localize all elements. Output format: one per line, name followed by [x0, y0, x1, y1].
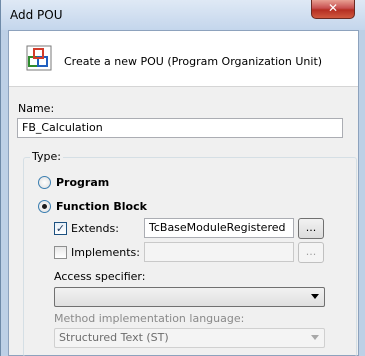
- pou-icon: [26, 45, 52, 71]
- impl-language-select[interactable]: Structured Text (ST): [54, 328, 325, 348]
- title-bar[interactable]: Add POU ✕: [1, 0, 365, 30]
- function-block-label[interactable]: Function Block: [56, 200, 147, 213]
- implements-input[interactable]: [144, 242, 294, 262]
- access-specifier-label: Access specifier:: [54, 270, 146, 283]
- program-label[interactable]: Program: [56, 176, 109, 189]
- chevron-down-icon: [311, 294, 319, 299]
- header-band: Create a new POU (Program Organization U…: [9, 31, 358, 87]
- name-input[interactable]: FB_Calculation: [17, 118, 343, 138]
- header-description: Create a new POU (Program Organization U…: [64, 55, 323, 68]
- impl-language-label: Method implementation language:: [54, 312, 245, 325]
- function-block-radio[interactable]: [38, 200, 51, 213]
- implements-browse-button[interactable]: ...: [298, 242, 324, 263]
- close-button[interactable]: ✕: [311, 0, 355, 19]
- impl-language-value: Structured Text (ST): [59, 331, 169, 344]
- access-specifier-select[interactable]: [54, 287, 325, 307]
- implements-checkbox[interactable]: [54, 246, 67, 259]
- window-title: Add POU: [10, 8, 63, 22]
- extends-input[interactable]: TcBaseModuleRegistered: [144, 218, 294, 238]
- extends-checkbox[interactable]: ✓: [54, 222, 67, 235]
- chevron-down-icon: [311, 335, 319, 340]
- extends-browse-button[interactable]: ...: [298, 218, 324, 239]
- add-pou-window: Add POU ✕ Create a new POU (Program Orga…: [0, 0, 365, 356]
- name-label: Name:: [18, 102, 55, 115]
- program-radio[interactable]: [38, 176, 51, 189]
- type-legend: Type:: [30, 150, 63, 163]
- extends-label[interactable]: Extends:: [71, 222, 119, 235]
- implements-label[interactable]: Implements:: [71, 246, 140, 259]
- dialog-client: Create a new POU (Program Organization U…: [8, 30, 359, 356]
